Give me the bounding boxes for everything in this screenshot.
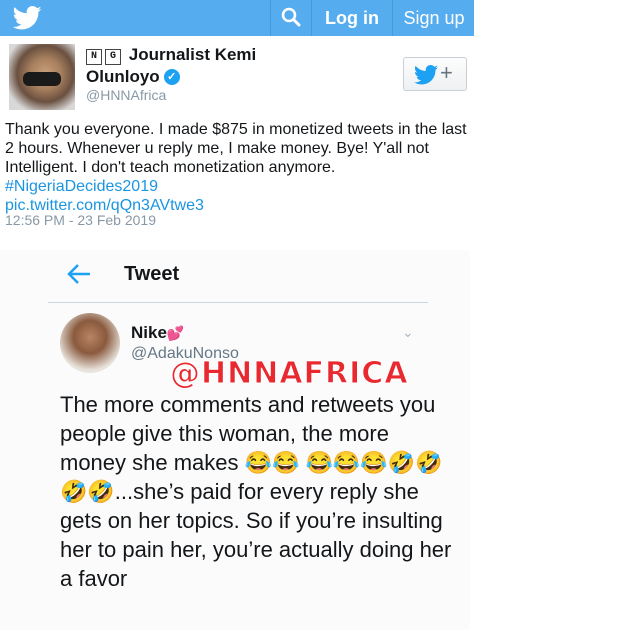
signup-button[interactable]: Sign up [392,0,475,36]
top-nav-bar: Log in Sign up [0,0,474,36]
tweet-text: Thank you everyone. I made $875 in monet… [5,120,467,215]
verified-icon: ✓ [163,69,180,85]
divider [48,302,428,303]
tweet-card: NG Journalist Kemi Olunloyo ✓ @HNNAfrica … [0,36,474,236]
reply-body: The more comments and retweets you peopl… [60,392,452,591]
reply-author-name[interactable]: Nike💕 [131,323,184,343]
embedded-screenshot: Tweet Nike💕 @AdakuNonso ⌄ @HNNAFRICA The… [0,250,470,630]
reply-author-name-text: Nike [131,323,167,342]
heart-emoji: 💕 [166,325,185,341]
avatar[interactable] [60,313,120,373]
back-arrow-icon[interactable] [64,262,94,286]
tweet-body: Thank you everyone. I made $875 in monet… [5,121,467,176]
follow-bird-plus-icon [414,65,438,85]
plus-icon: + [440,60,453,85]
login-button[interactable]: Log in [311,0,392,36]
twitter-bird-icon[interactable] [12,6,42,30]
hashtag-link[interactable]: #NigeriaDecides2019 [5,178,158,195]
tweet-timestamp[interactable]: 12:56 PM - 23 Feb 2019 [5,212,156,228]
sunglasses-graphic [23,72,61,86]
badge-n: N [86,49,102,65]
chevron-down-icon[interactable]: ⌄ [402,324,414,341]
search-icon [281,7,301,27]
follow-button[interactable]: + [403,57,467,91]
screen-title: Tweet [124,263,180,285]
tweet-author-handle[interactable]: @HNNAfrica [86,87,166,103]
watermark: @HNNAFRICA [170,356,409,392]
search-button[interactable] [270,0,311,36]
tweet-author-name[interactable]: NG Journalist Kemi Olunloyo ✓ [86,44,306,88]
badge-g: G [105,49,121,65]
avatar[interactable] [9,44,75,110]
